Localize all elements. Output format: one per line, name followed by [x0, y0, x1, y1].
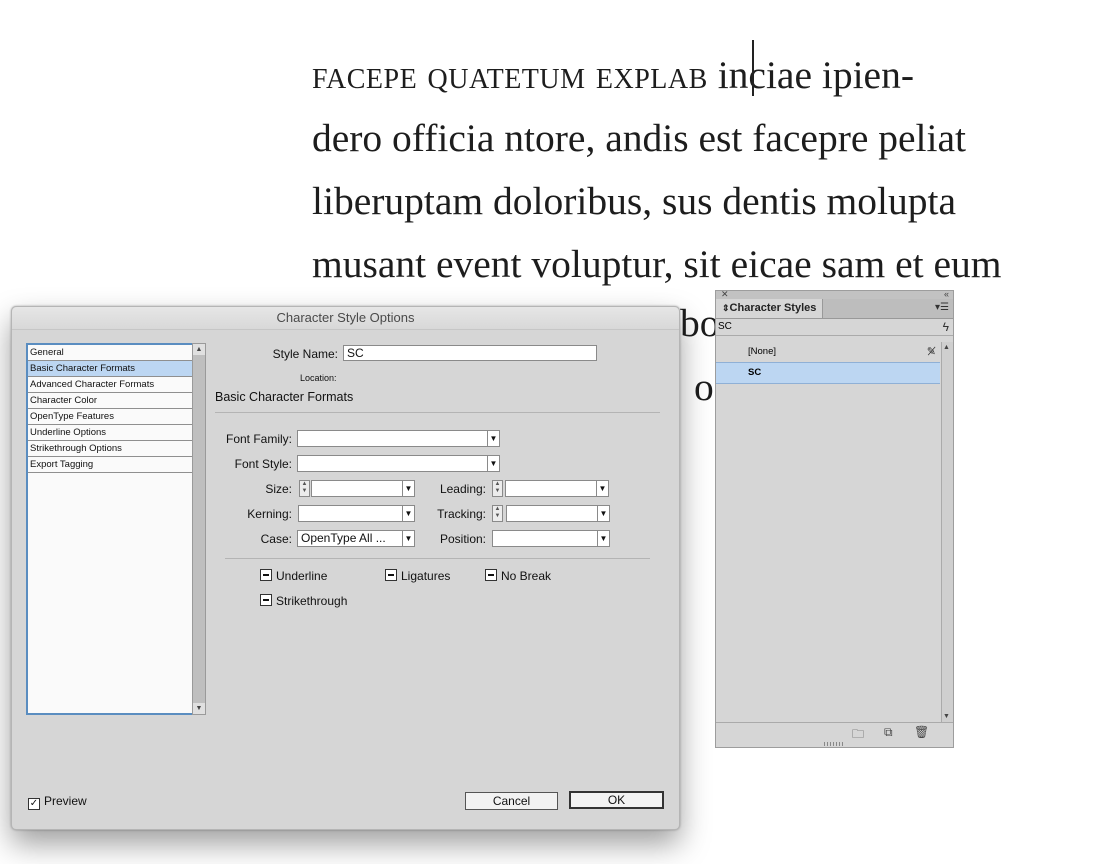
ok-button[interactable]: OK: [569, 791, 664, 809]
partial-text-behind-dialog: o: [694, 365, 714, 409]
category-basic-character-formats[interactable]: Basic Character Formats: [28, 361, 192, 377]
styles-list-scrollbar[interactable]: ▲ ▼: [941, 342, 953, 722]
text-line-4: musant event voluptur, sit eicae sam et …: [312, 242, 1002, 286]
text-run: inciae ipien-: [707, 53, 914, 97]
checkmark-icon: ✓: [28, 798, 40, 810]
ligatures-label: Ligatures: [401, 569, 451, 583]
preview-label: Preview: [44, 794, 87, 808]
style-name-input[interactable]: SC: [343, 345, 597, 361]
options-category-list[interactable]: General Basic Character Formats Advanced…: [26, 343, 194, 715]
styles-list[interactable]: [None] ✎̸ SC: [716, 342, 940, 722]
underline-checkbox[interactable]: Underline: [260, 569, 327, 583]
category-advanced-character-formats[interactable]: Advanced Character Formats: [28, 377, 192, 393]
category-strikethrough-options[interactable]: Strikethrough Options: [28, 441, 192, 457]
category-opentype-features[interactable]: OpenType Features: [28, 409, 192, 425]
category-export-tagging[interactable]: Export Tagging: [28, 457, 192, 473]
ligatures-checkbox[interactable]: Ligatures: [385, 569, 450, 583]
cancel-button[interactable]: Cancel: [465, 792, 558, 810]
case-dropdown[interactable]: OpenType All ... ▼: [297, 530, 415, 547]
font-style-label: Font Style:: [234, 457, 292, 471]
tracking-label: Tracking:: [437, 507, 486, 521]
case-label: Case:: [260, 532, 292, 546]
character-style-options-dialog: Character Style Options General Basic Ch…: [11, 306, 680, 830]
position-label: Position:: [439, 532, 486, 546]
dialog-title: Character Style Options: [12, 307, 679, 330]
new-folder-icon[interactable]: 🗀: [852, 725, 864, 746]
panel-menu-icon[interactable]: ▾☰: [935, 302, 949, 313]
checkbox-divider: [225, 558, 650, 559]
panel-tab-strip: ⇕Character Styles ▾☰: [716, 299, 953, 319]
dropdown-arrow-icon: ▼: [597, 531, 609, 546]
style-name-label: Style Name:: [272, 347, 338, 361]
category-underline-options[interactable]: Underline Options: [28, 425, 192, 441]
no-edit-pencil-icon: ✎̸: [926, 346, 936, 358]
size-stepper-icon[interactable]: ▲ ▼: [299, 480, 310, 497]
position-dropdown[interactable]: ▼: [492, 530, 610, 547]
no-break-checkbox[interactable]: No Break: [485, 569, 551, 583]
category-general[interactable]: General: [28, 345, 192, 361]
collapse-icon[interactable]: «: [944, 289, 949, 299]
mixed-checkbox-icon: [385, 569, 397, 581]
resize-grip[interactable]: [824, 742, 844, 746]
scroll-up-arrow-icon[interactable]: ▲: [943, 344, 950, 351]
panel-title-bar[interactable]: ✕ «: [716, 289, 953, 299]
document-text-frame: facepe quatetum explab inciae ipien- der…: [312, 44, 1112, 296]
scroll-down-arrow-icon[interactable]: ▼: [193, 703, 205, 714]
trash-icon[interactable]: 🗑: [914, 725, 929, 739]
text-line-2: dero officia ntore, andis est facepre pe…: [312, 116, 967, 160]
kerning-label: Kerning:: [247, 507, 292, 521]
partial-text-behind-dialog: bo: [680, 301, 720, 345]
section-title: Basic Character Formats: [215, 390, 354, 404]
mixed-checkbox-icon: [260, 594, 272, 606]
current-style-indicator: SC ϟ: [716, 319, 953, 336]
small-caps-run: facepe quatetum explab: [312, 53, 708, 97]
category-list-scrollbar[interactable]: ▲ ▼: [192, 343, 206, 715]
dropdown-arrow-icon: ▼: [487, 456, 499, 471]
scroll-down-arrow-icon[interactable]: ▼: [943, 713, 950, 720]
strikethrough-checkbox[interactable]: Strikethrough: [260, 594, 347, 608]
no-break-label: No Break: [501, 569, 552, 583]
mixed-checkbox-icon: [260, 569, 272, 581]
size-label: Size:: [265, 482, 292, 496]
section-divider: [215, 412, 660, 413]
tab-label: Character Styles: [729, 302, 817, 314]
underline-label: Underline: [276, 569, 328, 583]
text-cursor: [752, 40, 754, 96]
character-styles-panel: ✕ « ⇕Character Styles ▾☰ SC ϟ [None] ✎̸ S…: [715, 289, 954, 748]
location-label: Location:: [300, 373, 337, 383]
tab-arrows-icon: ⇕: [722, 303, 730, 313]
tracking-combo[interactable]: ▼: [506, 505, 610, 522]
list-item[interactable]: [None] ✎̸: [716, 342, 940, 362]
size-combo[interactable]: ▼: [311, 480, 415, 497]
leading-stepper-icon[interactable]: ▲ ▼: [492, 480, 503, 497]
case-value: OpenType All ...: [301, 531, 386, 545]
lightning-icon[interactable]: ϟ: [943, 319, 949, 335]
leading-label: Leading:: [439, 482, 486, 496]
style-none-label: [None]: [748, 346, 776, 357]
scroll-up-arrow-icon[interactable]: ▲: [193, 344, 205, 355]
mixed-checkbox-icon: [485, 569, 497, 581]
font-family-label: Font Family:: [225, 432, 292, 446]
font-style-dropdown[interactable]: ▼: [297, 455, 500, 472]
panel-footer: 🗀 ⧉ 🗑: [716, 722, 953, 747]
dropdown-arrow-icon: ▼: [597, 506, 609, 521]
category-character-color[interactable]: Character Color: [28, 393, 192, 409]
kerning-dropdown[interactable]: ▼: [298, 505, 415, 522]
current-style-name: SC: [718, 321, 732, 332]
dropdown-arrow-icon: ▼: [596, 481, 608, 496]
font-family-dropdown[interactable]: ▼: [297, 430, 500, 447]
tracking-stepper-icon[interactable]: ▲ ▼: [492, 505, 503, 522]
tab-character-styles[interactable]: ⇕Character Styles: [716, 299, 824, 318]
text-line-3: liberuptam doloribus, sus dentis molupta: [312, 179, 957, 223]
dropdown-arrow-icon: ▼: [487, 431, 499, 446]
text-line-1: facepe quatetum explab inciae ipien-: [312, 44, 1112, 107]
list-item[interactable]: SC: [716, 362, 940, 384]
preview-checkbox[interactable]: ✓ Preview: [28, 794, 87, 810]
style-sc-label: SC: [748, 367, 762, 378]
strikethrough-label: Strikethrough: [276, 594, 348, 608]
leading-combo[interactable]: ▼: [505, 480, 609, 497]
new-style-icon[interactable]: ⧉: [884, 725, 893, 740]
